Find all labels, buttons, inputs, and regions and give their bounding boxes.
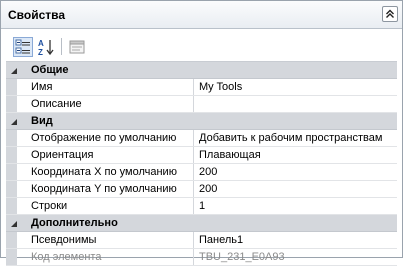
property-name: Код элемента <box>31 251 102 263</box>
property-grid: Общие Имя My Tools Описание Вид Отображе… <box>6 61 397 266</box>
property-name: Псевдонимы <box>31 234 97 246</box>
property-name: Отображение по умолчанию <box>31 132 177 144</box>
property-value[interactable]: 200 <box>199 164 395 180</box>
property-value[interactable]: 1 <box>199 198 395 214</box>
property-value[interactable]: My Tools <box>199 79 395 95</box>
category-label: Вид <box>31 115 53 127</box>
category-general[interactable]: Общие <box>6 62 397 79</box>
alphabetical-sort-icon[interactable]: A Z <box>36 37 56 57</box>
property-value[interactable]: 200 <box>199 181 395 197</box>
category-label: Дополнительно <box>31 217 118 229</box>
property-row[interactable]: Строки 1 <box>6 198 397 215</box>
property-value[interactable]: Плавающая <box>199 147 395 163</box>
property-row[interactable]: Имя My Tools <box>6 79 397 96</box>
property-name: Координата X по умолчанию <box>31 166 177 178</box>
toolbar-separator <box>61 38 62 55</box>
property-row[interactable]: Координата Y по умолчанию 200 <box>6 181 397 198</box>
property-name: Ориентация <box>31 149 94 161</box>
property-row[interactable]: Ориентация Плавающая <box>6 147 397 164</box>
property-name: Описание <box>31 98 82 110</box>
property-row[interactable]: Псевдонимы Панель1 <box>6 232 397 249</box>
panel-titlebar: Свойства <box>1 1 402 29</box>
svg-text:Z: Z <box>38 48 43 57</box>
categorized-view-icon[interactable] <box>13 37 33 57</box>
category-label: Общие <box>31 64 69 76</box>
property-value-readonly: TBU_231_E0A93 <box>199 251 285 263</box>
property-row[interactable]: Координата X по умолчанию 200 <box>6 164 397 181</box>
property-row[interactable]: Отображение по умолчанию Добавить к рабо… <box>6 130 397 147</box>
properties-toolbar: A Z <box>1 29 402 61</box>
property-row[interactable]: Описание <box>6 96 397 113</box>
property-pages-icon[interactable] <box>67 37 87 57</box>
property-name: Имя <box>31 81 53 93</box>
property-name: Координата Y по умолчанию <box>31 183 177 195</box>
collapse-triangle-icon[interactable] <box>10 117 18 125</box>
property-name: Строки <box>31 200 68 212</box>
property-value[interactable]: Добавить к рабочим пространствам <box>199 130 395 146</box>
category-advanced[interactable]: Дополнительно <box>6 215 397 232</box>
collapse-triangle-icon[interactable] <box>10 219 18 227</box>
svg-text:A: A <box>38 39 44 48</box>
collapse-up-icon[interactable] <box>382 6 398 22</box>
collapse-triangle-icon[interactable] <box>10 66 18 74</box>
properties-panel: Свойства A Z Общие Имя My Tools Описание… <box>0 0 403 266</box>
category-appearance[interactable]: Вид <box>6 113 397 130</box>
property-value[interactable]: Панель1 <box>199 232 395 248</box>
panel-title: Свойства <box>8 8 66 22</box>
